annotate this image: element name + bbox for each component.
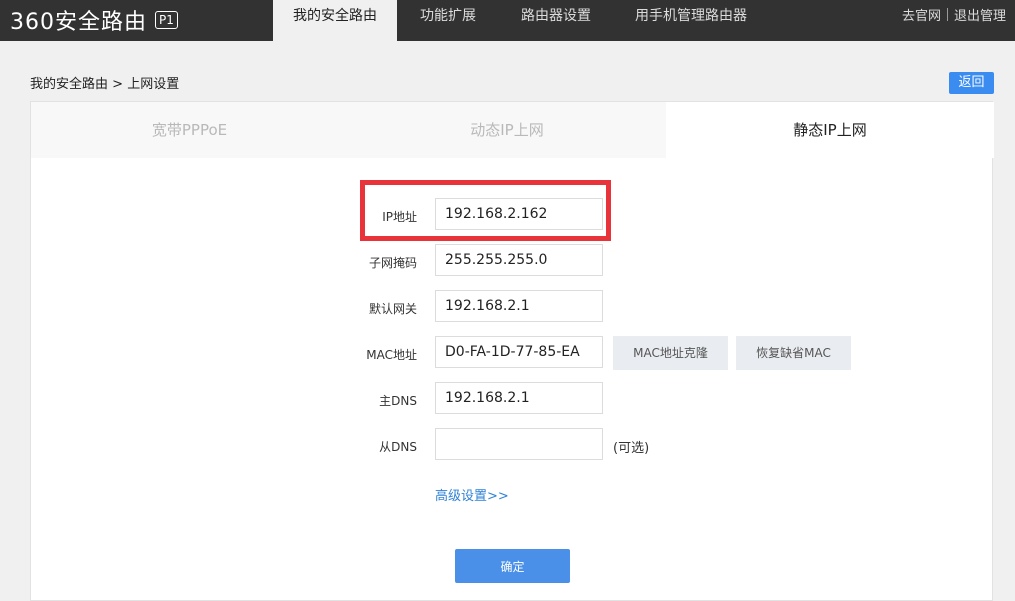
top-links: 去官网 退出管理	[902, 0, 1006, 33]
back-button[interactable]: 返回	[949, 72, 994, 94]
advanced-settings-link[interactable]: 高级设置>>	[435, 485, 509, 504]
subnet-mask-input[interactable]: 255.255.255.0	[435, 244, 603, 276]
link-divider	[946, 8, 948, 21]
nav-tab-extensions[interactable]: 功能扩展	[402, 0, 494, 41]
logo-text: 360安全路由	[10, 10, 147, 35]
breadcrumb-separator: >	[112, 77, 124, 92]
confirm-button[interactable]: 确定	[455, 549, 570, 583]
tab-pppoe[interactable]: 宽带PPPoE	[31, 102, 348, 158]
secondary-dns-input[interactable]	[435, 428, 603, 460]
highlight-box	[360, 180, 611, 241]
gateway-input[interactable]: 192.168.2.1	[435, 290, 603, 322]
mac-clone-button[interactable]: MAC地址克隆	[613, 336, 728, 370]
nav-tab-mobile-manage[interactable]: 用手机管理路由器	[620, 0, 762, 41]
mac-label: MAC地址	[366, 348, 417, 362]
restore-default-mac-button[interactable]: 恢复缺省MAC	[736, 336, 851, 370]
primary-dns-label: 主DNS	[379, 394, 417, 408]
model-badge: P1	[155, 11, 178, 29]
secondary-dns-label: 从DNS	[379, 440, 417, 454]
top-nav-bar: 360安全路由 P1 我的安全路由 功能扩展 路由器设置 用手机管理路由器 去官…	[0, 0, 1015, 41]
breadcrumb-current: 上网设置	[127, 77, 180, 92]
gateway-label: 默认网关	[368, 302, 417, 316]
official-site-link[interactable]: 去官网	[902, 9, 941, 24]
settings-card: 宽带PPPoE 动态IP上网 静态IP上网 IP地址 192.168.2.162…	[30, 101, 994, 601]
breadcrumb-root[interactable]: 我的安全路由	[30, 77, 108, 92]
logo: 360安全路由 P1	[10, 5, 178, 35]
nav-tab-my-router[interactable]: 我的安全路由	[273, 0, 397, 41]
nav-tab-router-settings[interactable]: 路由器设置	[504, 0, 608, 41]
optional-note: (可选)	[613, 441, 650, 456]
mac-address-input[interactable]: D0-FA-1D-77-85-EA	[435, 336, 603, 368]
subnet-label: 子网掩码	[368, 256, 417, 270]
logout-link[interactable]: 退出管理	[954, 9, 1006, 24]
tab-dynamic-ip[interactable]: 动态IP上网	[348, 102, 666, 158]
tab-static-ip[interactable]: 静态IP上网	[666, 102, 994, 158]
primary-dns-input[interactable]: 192.168.2.1	[435, 382, 603, 414]
breadcrumb: 我的安全路由 > 上网设置	[30, 73, 179, 92]
